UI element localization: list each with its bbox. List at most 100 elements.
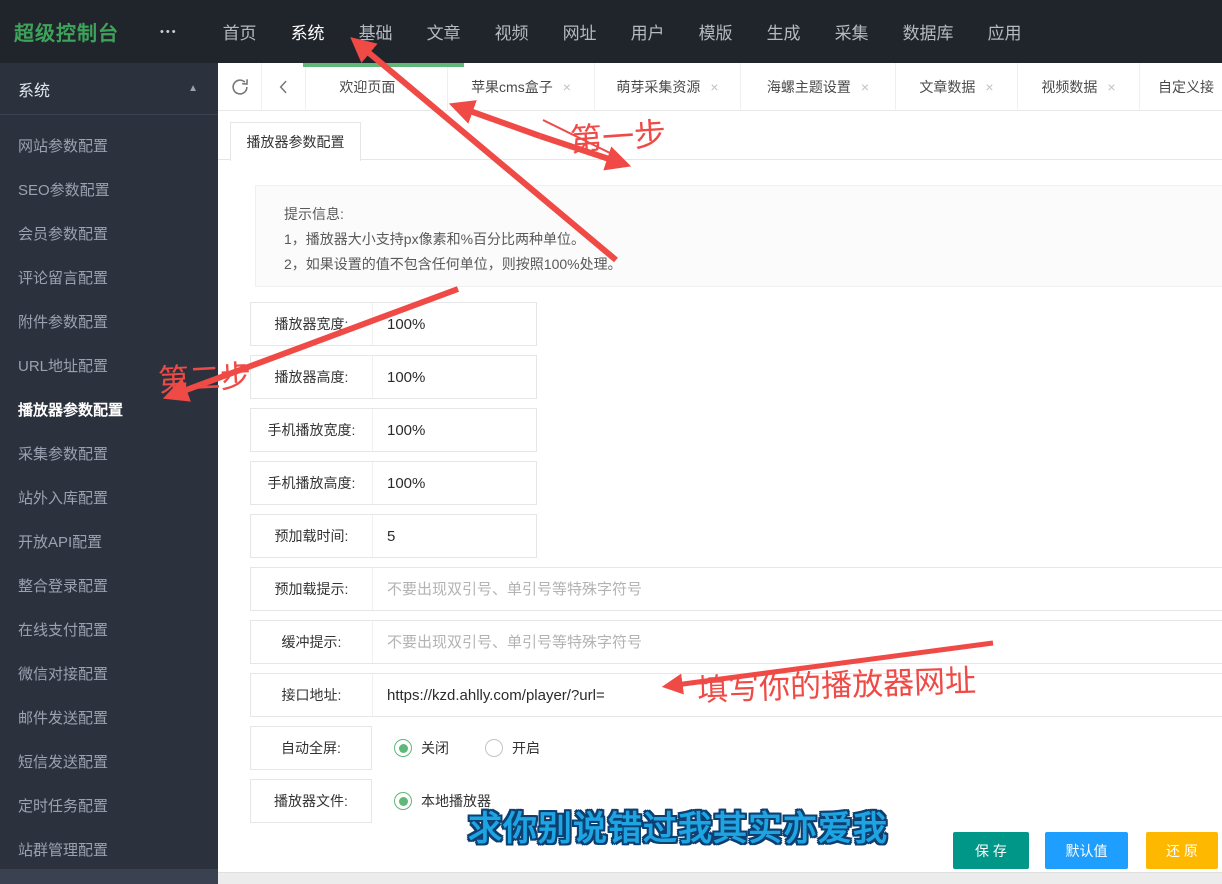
close-icon[interactable]: × xyxy=(861,79,869,95)
radio-label: 本地播放器 xyxy=(421,793,491,809)
page-tab-bar: 欢迎页面 × 苹果cms盒子 × 萌芽采集资源 × 海螺主题设置 × 文章数据 … xyxy=(218,63,1222,111)
nav-item-basic[interactable]: 基础 xyxy=(342,0,410,63)
close-icon[interactable]: × xyxy=(405,79,413,95)
sidebar-item-sms[interactable]: 短信发送配置 xyxy=(0,739,218,783)
sidebar-item-integrated-login[interactable]: 整合登录配置 xyxy=(0,563,218,607)
sidebar-item-external-storage[interactable]: 站外入库配置 xyxy=(0,475,218,519)
tab-video-data[interactable]: 视频数据 × xyxy=(1018,63,1140,111)
nav-item-article[interactable]: 文章 xyxy=(410,0,478,63)
sidebar-item-collect-params[interactable]: 采集参数配置 xyxy=(0,431,218,475)
sidebar-item-site-group[interactable]: 站群管理配置 xyxy=(0,827,218,871)
api-url-input[interactable] xyxy=(373,674,1222,716)
nav-item-template[interactable]: 模版 xyxy=(682,0,750,63)
sidebar-item-open-api[interactable]: 开放API配置 xyxy=(0,519,218,563)
footer-strip xyxy=(218,872,1222,884)
nav-item-url[interactable]: 网址 xyxy=(546,0,614,63)
radio-label: 开启 xyxy=(512,740,540,756)
tab-label: 萌芽采集资源 xyxy=(616,79,701,95)
field-row-auto-fullscreen: 自动全屏: 关闭 开启 xyxy=(250,726,1222,770)
field-label: 播放器宽度: xyxy=(251,303,373,345)
nav-item-home[interactable]: 首页 xyxy=(206,0,274,63)
preload-time-input[interactable] xyxy=(373,515,600,557)
player-file-options: 本地播放器 xyxy=(394,779,491,823)
collapse-arrow-icon: ▲ xyxy=(188,83,198,94)
tab-applecms-box[interactable]: 苹果cms盒子 × xyxy=(448,63,595,111)
tab-label: 海螺主题设置 xyxy=(766,79,851,95)
field-row-api-url: 接口地址: xyxy=(250,673,1222,717)
more-menu-icon[interactable]: ••• xyxy=(160,26,178,38)
restore-button[interactable]: 还 原 xyxy=(1146,832,1218,869)
notice-line: 1，播放器大小支持px像素和%百分比两种单位。 xyxy=(284,231,586,247)
sidebar-item-player-params[interactable]: 播放器参数配置 xyxy=(0,387,218,431)
sidebar-group-system[interactable]: 系统 ▲ xyxy=(0,63,218,115)
tab-label: 文章数据 xyxy=(919,79,976,95)
sidebar-item-online-payment[interactable]: 在线支付配置 xyxy=(0,607,218,651)
nav-item-video[interactable]: 视频 xyxy=(478,0,546,63)
inner-tab-player-params[interactable]: 播放器参数配置 xyxy=(230,122,361,161)
nav-item-database[interactable]: 数据库 xyxy=(886,0,971,63)
close-icon[interactable]: × xyxy=(1107,79,1115,95)
tab-mengya-resource[interactable]: 萌芽采集资源 × xyxy=(595,63,741,111)
radio-on[interactable] xyxy=(485,739,503,757)
chevron-left-icon xyxy=(279,80,287,94)
back-button[interactable] xyxy=(262,63,306,111)
field-row-mobile-height: 手机播放高度: xyxy=(250,461,600,505)
player-settings-form: 播放器宽度: 播放器高度: 手机播放宽度: 手机播放高度: 预加载时间: 预加载… xyxy=(250,302,1222,832)
field-row-player-width: 播放器宽度: xyxy=(250,302,600,346)
sidebar-item-email[interactable]: 邮件发送配置 xyxy=(0,695,218,739)
field-label: 手机播放宽度: xyxy=(251,409,373,451)
field-row-preload-tip: 预加载提示: xyxy=(250,567,1222,611)
sidebar-item-attachment-params[interactable]: 附件参数配置 xyxy=(0,299,218,343)
player-width-input[interactable] xyxy=(373,303,600,345)
radio-off[interactable] xyxy=(394,739,412,757)
field-row-preload-time: 预加载时间: xyxy=(250,514,600,558)
field-label: 播放器高度: xyxy=(251,356,373,398)
field-label: 缓冲提示: xyxy=(251,621,373,663)
nav-item-app[interactable]: 应用 xyxy=(971,0,1039,63)
field-label: 预加载提示: xyxy=(251,568,373,610)
close-icon[interactable]: × xyxy=(985,79,993,95)
active-tab-indicator xyxy=(303,63,464,67)
tab-label: 苹果cms盒子 xyxy=(471,79,553,95)
default-values-button[interactable]: 默认值 xyxy=(1045,832,1128,869)
nav-item-generate[interactable]: 生成 xyxy=(750,0,818,63)
sidebar-item-member-params[interactable]: 会员参数配置 xyxy=(0,211,218,255)
app-logo: 超级控制台 xyxy=(14,23,119,45)
refresh-icon xyxy=(231,79,248,95)
tab-hailuo-theme[interactable]: 海螺主题设置 × xyxy=(741,63,896,111)
nav-item-user[interactable]: 用户 xyxy=(614,0,682,63)
field-row-mobile-width: 手机播放宽度: xyxy=(250,408,600,452)
field-row-buffer-tip: 缓冲提示: xyxy=(250,620,1222,664)
auto-fullscreen-options: 关闭 开启 xyxy=(394,726,540,770)
notice-box: 提示信息: 1，播放器大小支持px像素和%百分比两种单位。 2，如果设置的值不包… xyxy=(255,185,1222,287)
close-icon[interactable]: × xyxy=(710,79,718,95)
tab-custom-api[interactable]: 自定义接 xyxy=(1140,63,1222,111)
field-label: 接口地址: xyxy=(251,674,373,716)
preload-tip-input[interactable] xyxy=(373,568,1222,610)
sidebar-item-seo-params[interactable]: SEO参数配置 xyxy=(0,167,218,211)
sidebar-item-wechat[interactable]: 微信对接配置 xyxy=(0,651,218,695)
tab-article-data[interactable]: 文章数据 × xyxy=(896,63,1018,111)
sidebar-item-url-config[interactable]: URL地址配置 xyxy=(0,343,218,387)
mobile-width-input[interactable] xyxy=(373,409,600,451)
player-height-input[interactable] xyxy=(373,356,600,398)
notice-line: 2，如果设置的值不包含任何单位，则按照100%处理。 xyxy=(284,256,622,272)
field-label: 自动全屏: xyxy=(250,726,372,770)
field-row-player-file: 播放器文件: 本地播放器 xyxy=(250,779,1222,823)
sidebar-item-scheduled-tasks[interactable]: 定时任务配置 xyxy=(0,783,218,827)
buffer-tip-input[interactable] xyxy=(373,621,1222,663)
notice-title: 提示信息: xyxy=(284,206,344,222)
close-icon[interactable]: × xyxy=(563,79,571,95)
radio-label: 关闭 xyxy=(421,740,449,756)
tab-welcome[interactable]: 欢迎页面 × xyxy=(306,63,448,111)
sidebar-item-site-params[interactable]: 网站参数配置 xyxy=(0,123,218,167)
field-row-player-height: 播放器高度: xyxy=(250,355,600,399)
nav-item-collect[interactable]: 采集 xyxy=(818,0,886,63)
radio-local-player[interactable] xyxy=(394,792,412,810)
save-button[interactable]: 保 存 xyxy=(953,832,1029,869)
mobile-height-input[interactable] xyxy=(373,462,600,504)
sidebar-item-comment-config[interactable]: 评论留言配置 xyxy=(0,255,218,299)
sidebar-bottom-strip xyxy=(0,869,218,884)
refresh-button[interactable] xyxy=(218,63,262,111)
nav-item-system[interactable]: 系统 xyxy=(274,0,342,63)
